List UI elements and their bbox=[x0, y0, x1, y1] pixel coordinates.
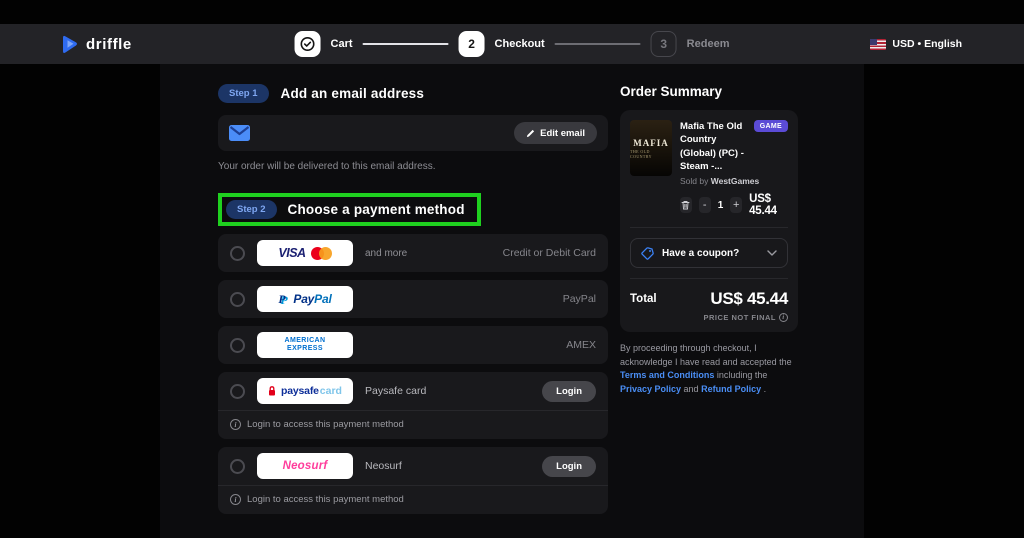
checkout-stepper: Cart 2 Checkout 3 Redeem bbox=[294, 24, 730, 64]
payment-step-title: Choose a payment method bbox=[287, 202, 465, 217]
total-label: Total bbox=[630, 293, 657, 306]
step-checkout-label[interactable]: Checkout bbox=[495, 38, 545, 50]
step-redeem-tile: 3 bbox=[650, 31, 677, 57]
payment-option-card: AMERICAN EXPRESS AMEX bbox=[218, 326, 608, 364]
us-flag-icon bbox=[870, 38, 887, 50]
email-icon bbox=[229, 125, 250, 141]
driffle-logo[interactable]: driffle bbox=[62, 35, 132, 54]
check-circle-icon bbox=[300, 36, 316, 52]
checkout-main-column: Step 1 Add an email address Edit email Y… bbox=[218, 84, 608, 514]
navbar: driffle Cart 2 Checkout 3 Redeem USD • E… bbox=[0, 24, 1024, 64]
divider bbox=[630, 278, 788, 280]
quantity-increase-button[interactable]: + bbox=[730, 197, 743, 214]
brand-name: driffle bbox=[86, 35, 132, 53]
paysafecard-login-button[interactable]: Login bbox=[542, 380, 596, 402]
credit-card-label: Credit or Debit Card bbox=[502, 247, 596, 259]
divider bbox=[630, 227, 788, 229]
checkout-page: driffle Cart 2 Checkout 3 Redeem USD • E… bbox=[0, 0, 1024, 538]
edit-email-button[interactable]: Edit email bbox=[514, 122, 597, 144]
step2-badge: Step 2 bbox=[226, 200, 277, 219]
payment-option-neosurf[interactable]: Neosurf Neosurf Login bbox=[218, 447, 608, 485]
step-redeem-label: Redeem bbox=[686, 38, 730, 50]
stepper-line-1 bbox=[362, 43, 449, 45]
privacy-policy-link[interactable]: Privacy Policy bbox=[620, 384, 681, 394]
visa-logo: VISA bbox=[278, 246, 306, 260]
visa-mastercard-logo: VISA bbox=[257, 240, 353, 266]
step-checkout-tile[interactable]: 2 bbox=[458, 31, 485, 57]
driffle-logo-icon bbox=[62, 35, 79, 54]
total-value: US$ 45.44 bbox=[710, 289, 788, 309]
refund-policy-link[interactable]: Refund Policy bbox=[701, 384, 761, 394]
price-not-final-note: PRICE NOT FINAL i bbox=[630, 313, 788, 323]
payment-option-card: Neosurf Neosurf Login i Login to access … bbox=[218, 447, 608, 514]
coupon-accordion[interactable]: Have a coupon? bbox=[630, 238, 788, 269]
radio-paysafecard[interactable] bbox=[230, 383, 245, 399]
radio-neosurf[interactable] bbox=[230, 458, 245, 474]
radio-amex[interactable] bbox=[230, 337, 245, 353]
order-summary-column: Order Summary MAFIA THE OLD COUNTRY Mafi… bbox=[620, 84, 798, 396]
neosurf-login-button[interactable]: Login bbox=[542, 455, 596, 477]
payment-option-paypal[interactable]: P P PayPal PayPal bbox=[218, 280, 608, 318]
product-thumbnail: MAFIA THE OLD COUNTRY bbox=[630, 120, 672, 176]
paypal-logo: P P PayPal bbox=[257, 286, 353, 312]
sold-by: Sold by WestGames bbox=[680, 176, 760, 187]
paysafecard-caption: Paysafe card bbox=[365, 385, 427, 397]
email-step-header: Step 1 Add an email address bbox=[218, 84, 608, 103]
quantity-stepper: - 1 + US$ 45.44 bbox=[680, 193, 788, 217]
chevron-down-icon bbox=[767, 250, 777, 256]
mastercard-logo bbox=[310, 246, 332, 260]
coupon-label: Have a coupon? bbox=[662, 247, 740, 259]
trash-icon bbox=[681, 200, 690, 210]
email-step-title: Add an email address bbox=[280, 86, 425, 101]
edit-email-label: Edit email bbox=[540, 127, 585, 139]
and-more-caption: and more bbox=[365, 247, 408, 259]
email-card: Edit email bbox=[218, 115, 608, 151]
seller-name: WestGames bbox=[710, 176, 760, 187]
coupon-tag-icon bbox=[641, 246, 654, 260]
legal-disclaimer: By proceeding through checkout, I acknow… bbox=[620, 343, 792, 394]
amex-logo: AMERICAN EXPRESS bbox=[257, 332, 353, 358]
total-row: Total US$ 45.44 bbox=[630, 289, 788, 309]
payment-option-amex[interactable]: AMERICAN EXPRESS AMEX bbox=[218, 326, 608, 364]
info-icon: i bbox=[230, 494, 241, 505]
neosurf-caption: Neosurf bbox=[365, 460, 402, 472]
radio-paypal[interactable] bbox=[230, 291, 245, 307]
game-type-badge: GAME bbox=[753, 120, 788, 132]
terms-link[interactable]: Terms and Conditions bbox=[620, 370, 714, 380]
step-cart-tile[interactable] bbox=[294, 31, 321, 57]
paypal-p-icon: P P bbox=[278, 291, 288, 307]
payment-option-card: paysafe card Paysafe card Login i Login t… bbox=[218, 372, 608, 439]
payment-option-credit-card[interactable]: VISA and more Credit or Debit Card bbox=[218, 234, 608, 272]
payment-option-card: P P PayPal PayPal bbox=[218, 280, 608, 318]
step1-badge: Step 1 bbox=[218, 84, 269, 103]
neosurf-logo: Neosurf bbox=[257, 453, 353, 479]
item-price: US$ 45.44 bbox=[749, 193, 777, 218]
payment-step-highlight-box: Step 2 Choose a payment method bbox=[218, 193, 481, 226]
quantity-decrease-button[interactable]: - bbox=[698, 197, 711, 214]
payment-option-card: VISA and more Credit or Debit Card bbox=[218, 234, 608, 272]
locale-label: USD • English bbox=[892, 38, 962, 50]
paypal-label: PayPal bbox=[562, 293, 596, 305]
stepper-line-2 bbox=[554, 43, 641, 45]
currency-language-selector[interactable]: USD • English bbox=[870, 38, 962, 50]
product-row: MAFIA THE OLD COUNTRY Mafia The Old Coun… bbox=[630, 120, 788, 217]
neosurf-login-note: i Login to access this payment method bbox=[218, 486, 608, 514]
amex-label: AMEX bbox=[566, 339, 596, 351]
info-icon: i bbox=[230, 419, 241, 430]
paysafecard-logo: paysafe card bbox=[257, 378, 353, 404]
order-summary-title: Order Summary bbox=[620, 84, 723, 99]
email-delivery-note: Your order will be delivered to this ema… bbox=[218, 161, 436, 172]
info-icon: i bbox=[779, 313, 788, 323]
remove-item-button[interactable] bbox=[680, 197, 692, 214]
quantity-value: 1 bbox=[717, 199, 724, 211]
paysafecard-login-note: i Login to access this payment method bbox=[218, 411, 608, 439]
radio-credit-card[interactable] bbox=[230, 245, 245, 261]
step-cart-label[interactable]: Cart bbox=[331, 38, 353, 50]
product-title: Mafia The Old Country (Global) (PC) - St… bbox=[680, 121, 744, 172]
payment-option-paysafecard[interactable]: paysafe card Paysafe card Login bbox=[218, 372, 608, 410]
order-summary-card: MAFIA THE OLD COUNTRY Mafia The Old Coun… bbox=[620, 110, 798, 333]
pencil-icon bbox=[526, 129, 535, 138]
paysafe-lock-icon bbox=[268, 386, 276, 396]
